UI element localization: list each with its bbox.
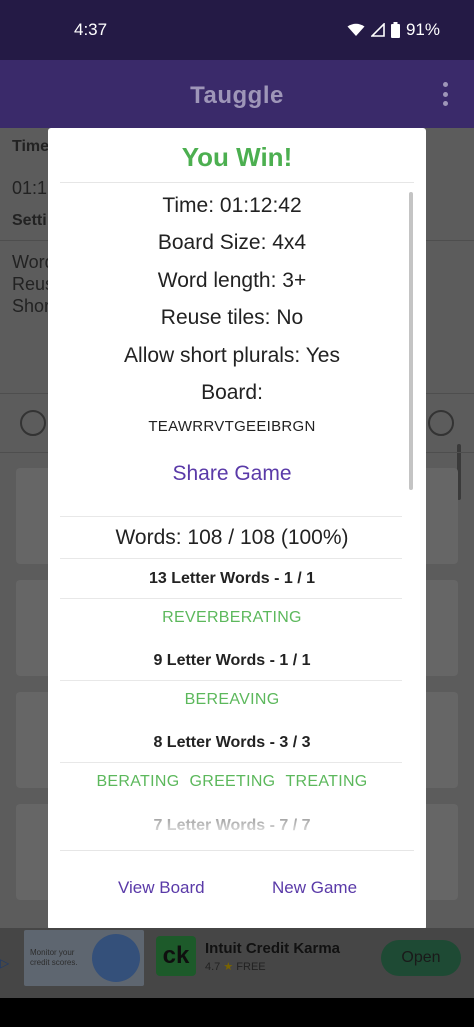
group-header: 9 Letter Words - 1 / 1 — [153, 652, 311, 669]
found-word: BERATING — [96, 773, 180, 790]
info-reuse-tiles: Reuse tiles: No — [160, 306, 304, 329]
board-letters: TEAWRRVTGEEIBRGN — [148, 418, 316, 435]
word-list: BEREAVING — [48, 691, 416, 709]
bg-time-value: 01:1 — [12, 178, 48, 198]
ad-rating-value: 4.7 — [205, 961, 221, 973]
footer-divider — [60, 850, 414, 851]
new-game-button[interactable]: New Game — [272, 878, 357, 900]
ad-open-button[interactable]: Open — [381, 940, 461, 976]
ad-banner[interactable]: ▷ Monitor your credit scores. ck Intuit … — [0, 928, 474, 998]
status-icons: 91% — [347, 20, 440, 40]
rotate-icon — [20, 410, 46, 436]
word-list: BERATING GREETING TREATING — [48, 773, 416, 791]
close-circle-icon — [428, 410, 454, 436]
view-board-button[interactable]: View Board — [118, 878, 205, 900]
title-divider — [60, 182, 414, 183]
app-title: Tauggle — [190, 82, 284, 109]
word-list: REVERBERATING — [48, 609, 416, 627]
info-word-length: Word length: 3+ — [157, 269, 307, 292]
info-time: Time: 01:12:42 — [162, 194, 302, 217]
win-dialog: You Win! Time: 01:12:42 Board Size: 4x4 … — [48, 128, 426, 930]
dialog-title: You Win! — [181, 142, 293, 172]
info-board-label: Board: — [201, 381, 263, 404]
ad-rating: 4.7 ★ FREE — [205, 960, 266, 973]
ad-image[interactable]: Monitor your credit scores. — [24, 930, 144, 986]
navigation-bar — [0, 998, 474, 1027]
bg-time-label: Time — [12, 138, 50, 155]
found-word: BEREAVING — [184, 691, 280, 708]
ad-info-icon[interactable]: ▷ — [0, 956, 14, 970]
group-header: 13 Letter Words - 1 / 1 — [149, 570, 315, 587]
words-summary: Words: 108 / 108 (100%) — [115, 526, 349, 549]
found-word: TREATING — [285, 773, 368, 790]
ad-app-name[interactable]: Intuit Credit Karma — [205, 940, 340, 957]
battery-icon — [390, 22, 400, 38]
share-game-button[interactable]: Share Game — [132, 462, 332, 494]
status-time: 4:37 — [74, 20, 108, 39]
wifi-icon — [347, 23, 365, 36]
credit-karma-logo[interactable]: ck — [156, 936, 196, 976]
battery-percent: 91% — [405, 20, 440, 39]
ad-image-text: Monitor your credit scores. — [30, 948, 78, 967]
signal-icon — [370, 23, 385, 37]
group-header: 7 Letter Words - 7 / 7 — [153, 817, 311, 834]
group-header: 8 Letter Words - 3 / 3 — [153, 734, 311, 751]
info-short-plurals: Allow short plurals: Yes — [124, 344, 340, 367]
star-icon: ★ — [223, 961, 234, 973]
status-bar: 4:37 91% — [0, 0, 474, 60]
ad-image-phone — [92, 934, 140, 982]
found-word: GREETING — [189, 773, 276, 790]
more-vert-icon[interactable] — [438, 82, 452, 106]
info-board-size: Board Size: 4x4 — [157, 231, 307, 254]
ad-price: FREE — [236, 961, 266, 973]
found-word: REVERBERATING — [162, 609, 302, 626]
bg-settings-label: Setti — [12, 212, 47, 229]
app-bar: Tauggle — [0, 60, 474, 128]
bg-setting-line: Shor — [12, 296, 51, 316]
